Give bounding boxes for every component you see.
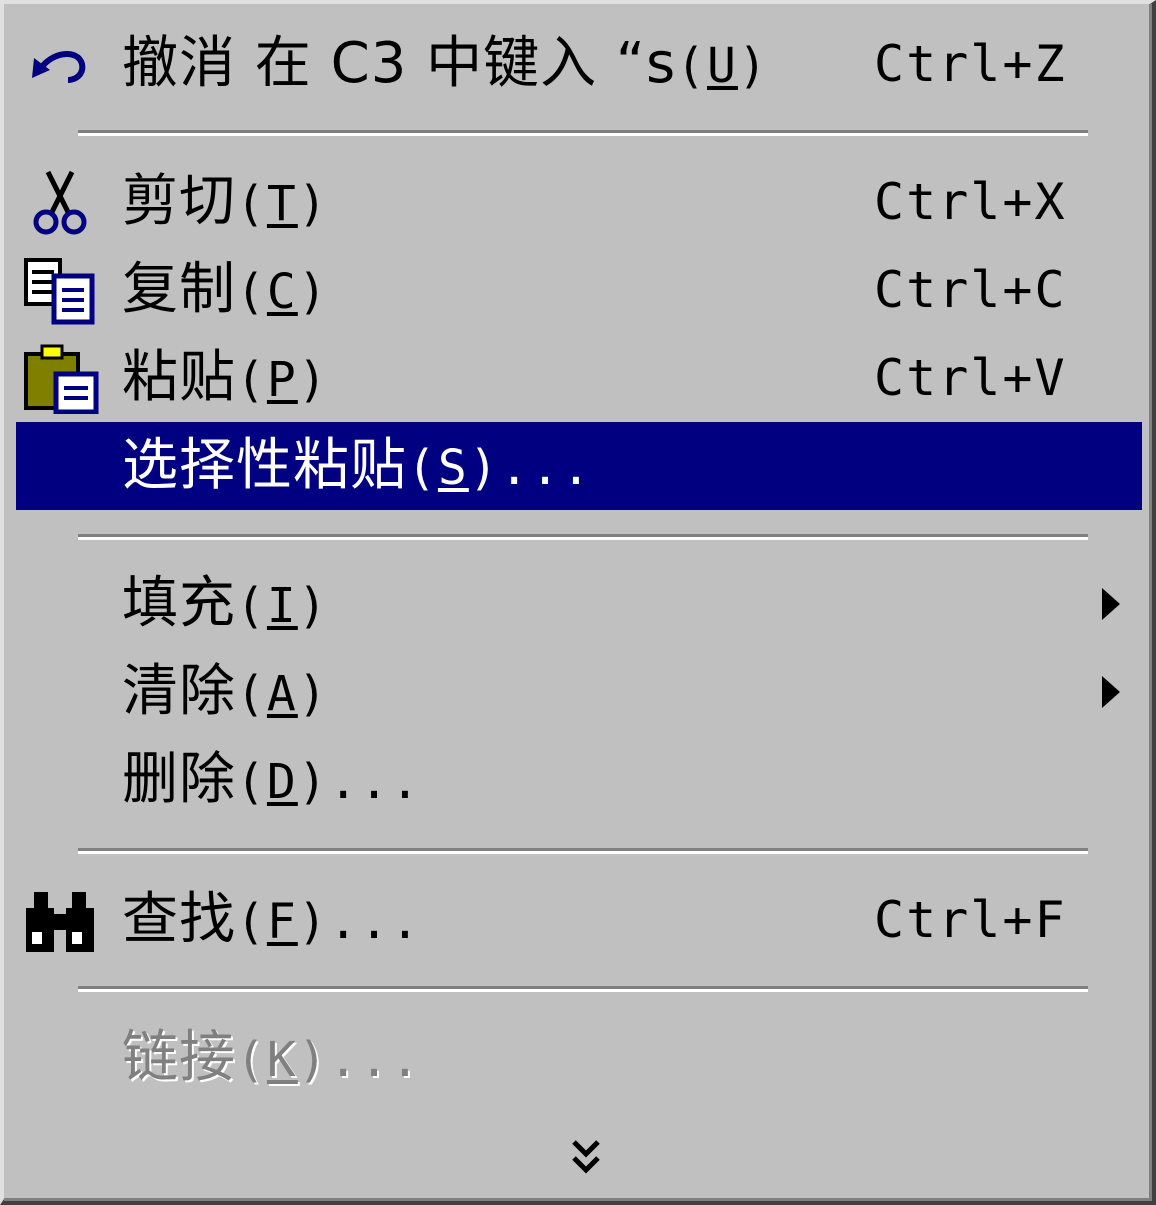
- menu-item-label: 删除(D)...: [122, 747, 422, 812]
- binoculars-icon: [20, 886, 100, 956]
- menu-item-label: 清除(A): [122, 659, 329, 724]
- menu-item-shortcut: Ctrl+V: [874, 349, 1067, 407]
- menu-item-shortcut: Ctrl+Z: [874, 35, 1067, 93]
- menu-item-label: 链接(K)...: [122, 1025, 422, 1090]
- menu-item-clear[interactable]: 清除(A): [16, 648, 1142, 736]
- menu-item-shortcut: Ctrl+C: [874, 261, 1067, 319]
- menu-item-delete[interactable]: 删除(D)...: [16, 736, 1142, 824]
- menu-item-links: 链接(K)...: [16, 1014, 1142, 1102]
- menu-separator: [78, 986, 1088, 992]
- menu-item-undo[interactable]: 撤消 在 C3 中键入 “s(U) Ctrl+Z: [16, 20, 1142, 108]
- menu-item-label: 剪切(T): [122, 169, 329, 234]
- menu-item-copy[interactable]: 复制(C) Ctrl+C: [16, 246, 1142, 334]
- clipboard-paste-icon: [20, 344, 100, 415]
- menu-item-paste[interactable]: 粘贴(P) Ctrl+V: [16, 334, 1142, 422]
- double-chevron-down-icon[interactable]: [570, 1136, 602, 1180]
- menu-item-label: 复制(C): [122, 257, 329, 322]
- menu-separator: [78, 534, 1088, 540]
- menu-item-paste-special[interactable]: 选择性粘贴(S)...: [16, 422, 1142, 510]
- edit-menu: 撤消 在 C3 中键入 “s(U) Ctrl+Z 剪切(T) Ctrl+X 复制…: [0, 0, 1156, 1205]
- menu-separator: [78, 848, 1088, 854]
- menu-item-label: 粘贴(P): [122, 345, 329, 410]
- menu-item-shortcut: Ctrl+X: [874, 173, 1067, 231]
- menu-item-label: 查找(F)...: [122, 887, 422, 952]
- menu-item-fill[interactable]: 填充(I): [16, 560, 1142, 648]
- undo-icon: [20, 30, 100, 100]
- copy-icon: [20, 256, 100, 326]
- menu-item-label: 撤消 在 C3 中键入 “s(U): [122, 31, 769, 96]
- submenu-arrow-icon: [1102, 588, 1120, 620]
- menu-item-label: 选择性粘贴(S)...: [122, 433, 593, 498]
- submenu-arrow-icon: [1102, 676, 1120, 708]
- menu-item-cut[interactable]: 剪切(T) Ctrl+X: [16, 158, 1142, 246]
- menu-item-shortcut: Ctrl+F: [874, 891, 1067, 949]
- scissors-icon: [20, 168, 100, 238]
- menu-item-find[interactable]: 查找(F)... Ctrl+F: [16, 876, 1142, 964]
- menu-item-label: 填充(I): [122, 571, 329, 636]
- menu-separator: [78, 130, 1088, 136]
